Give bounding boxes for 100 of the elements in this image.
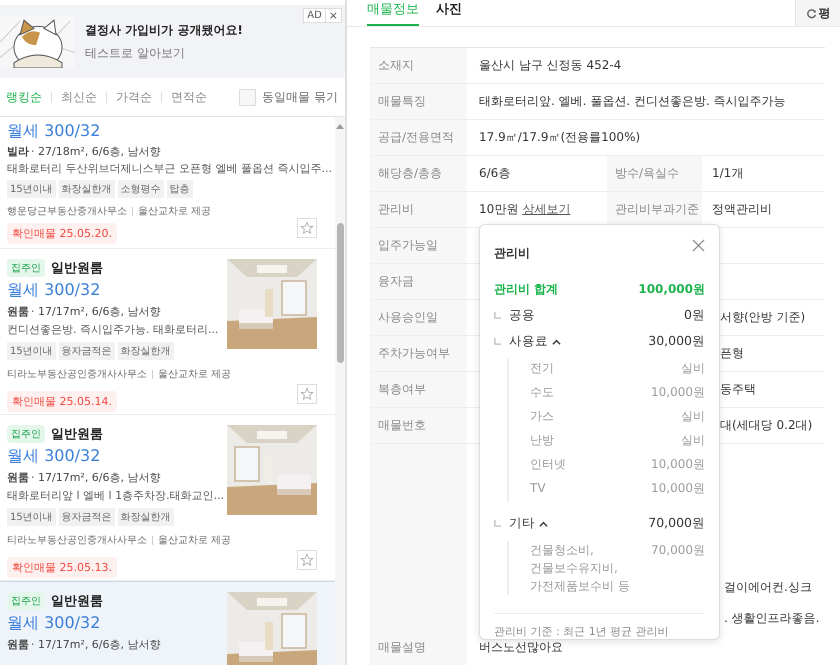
- tab[interactable]: 사진: [436, 0, 462, 26]
- feature-tag: 화장실한개: [58, 180, 115, 198]
- listing-card[interactable]: 집주인 일반원룸 월세 300/32 원룸 · 17/17m², 6/6층, 남서향 태화로터리앞 l 엘베 l 1층주차장.태화교인... 15년이내 융자금적은 화장실한개 티라노부동산공인중개사사무소 울산교차로 제공 확인매물 25.05.13.: [0, 415, 335, 581]
- field-value: 정액관리비: [712, 201, 772, 218]
- field-value: 대(세대당 0.2대): [720, 417, 812, 434]
- branch-icon: [494, 520, 501, 528]
- field-label: 매물번호: [378, 417, 426, 434]
- room-type: 원룸: [7, 471, 29, 484]
- favorite-button[interactable]: [297, 550, 317, 570]
- description-text: 걸이에어컨.싱크: [724, 579, 812, 596]
- field-label: 매물설명: [378, 639, 426, 656]
- field-label: 관리비부과기준: [615, 201, 699, 218]
- field-label: 사용승인일: [378, 309, 438, 326]
- favorite-button[interactable]: [297, 384, 317, 404]
- provider-label: 울산교차로 제공: [158, 368, 232, 381]
- caret-icon[interactable]: [552, 338, 561, 345]
- fee-item: 전기: [530, 360, 554, 377]
- verified-badge: 확인매물 25.05.14.: [7, 391, 117, 412]
- field-label: 입주가능일: [378, 237, 438, 254]
- listing-description: 태화로터리 두산위브더제니스부근 오픈형 엘베 풀옵션 즉시입주...: [7, 161, 332, 176]
- listing-title: 일반원룸: [51, 426, 103, 443]
- room-type: 원룸: [7, 638, 29, 651]
- fee-item-amount: 10,000원: [651, 480, 705, 497]
- owner-badge: 집주인: [7, 592, 45, 610]
- room-type: 원룸: [7, 305, 29, 318]
- field-label: 매물특징: [378, 93, 426, 110]
- fee-amount: 70,000원: [648, 515, 705, 532]
- field-label: 해당층/총층: [378, 165, 442, 182]
- fee-item: 난방: [530, 432, 554, 449]
- feature-tag: 15년이내: [7, 508, 56, 526]
- listing-title: 일반원룸: [51, 260, 103, 277]
- listing-card[interactable]: 집주인 일반원룸 월세 300/32 원룸 · 17/17m², 6/6층, 남서향: [0, 581, 335, 665]
- listing-description: 태화로터리앞 l 엘베 l 1층주차장.태화교인...: [7, 488, 224, 503]
- ad-banner[interactable]: 결정사 가입비가 공개됐어요! 테스트로 알아보기 AD ×: [0, 5, 345, 78]
- field-label: 공급/전용면적: [378, 129, 454, 146]
- fee-item: 인터넷: [530, 456, 566, 473]
- field-label: 복층여부: [378, 381, 426, 398]
- feature-tag: 화장실한개: [118, 342, 174, 360]
- fee-item-amount: 10,000원: [651, 456, 705, 473]
- agency-name: 행운당근부동산중개사무소: [7, 205, 127, 218]
- fee-category: 기타: [509, 515, 535, 532]
- fee-item: 수도: [530, 384, 554, 401]
- sort-option[interactable]: 가격순: [116, 88, 152, 106]
- listing-card[interactable]: 월세 300/32 빌라 · 27/18m², 6/6층, 남서향 태화로터리 두산위브더제니스부근 오픈형 엘베 풀옵션 즉시입주... 15년이내 화장실한개 소형평수 탑층 행운당근부동산중개사무소 울산교차로 제공 확인매물 25.05.20.: [0, 117, 335, 249]
- scroll-up-icon[interactable]: [336, 123, 344, 129]
- fee-category: 사용료: [509, 333, 548, 350]
- feature-tag: 탑층: [166, 180, 193, 198]
- listing-price: 월세 300/32: [7, 280, 100, 301]
- listing-description: 컨디션좋은방. 즉시입주가능. 태화로터리...: [7, 322, 218, 337]
- listing-info: · 17/17m², 6/6층, 남서향: [31, 305, 161, 318]
- provider-label: 울산교차로 제공: [158, 534, 232, 547]
- ad-title: 결정사 가입비가 공개됐어요!: [85, 22, 243, 38]
- details-link[interactable]: 상세보기: [522, 201, 570, 218]
- close-button[interactable]: ×: [324, 9, 338, 22]
- provider-label: 울산교차로 제공: [138, 205, 212, 218]
- field-value: 1/1개: [712, 165, 744, 182]
- fee-note: 관리비 기준 : 최근 1년 평균 관리비: [494, 625, 669, 638]
- ad-label: AD: [307, 10, 322, 21]
- fee-item-amount: 실비: [681, 432, 705, 449]
- favorite-button[interactable]: [297, 218, 317, 238]
- scrollbar-thumb[interactable]: [337, 223, 344, 363]
- feature-tag: 융자금적은: [58, 342, 115, 360]
- total-value: 100,000원: [638, 280, 705, 298]
- field-value: 10만원: [479, 201, 518, 218]
- fee-item: TV: [530, 480, 546, 497]
- owner-badge: 집주인: [7, 425, 45, 443]
- caret-icon[interactable]: [539, 520, 548, 527]
- close-icon[interactable]: [692, 239, 705, 252]
- checkbox[interactable]: [239, 88, 256, 106]
- listing-info: · 17/17m², 6/6층, 남서향: [31, 638, 161, 651]
- description-text: 버스노선많아요: [479, 639, 563, 656]
- field-value: 서향(안방 기준): [720, 309, 806, 326]
- unit-toggle-button[interactable]: 평: [795, 0, 840, 26]
- sort-option[interactable]: 면적순: [171, 88, 207, 106]
- branch-icon: [494, 312, 501, 319]
- field-label: 관리비: [378, 201, 414, 218]
- field-value: 17.9㎡/17.9㎡(전용률100%): [479, 129, 640, 146]
- listing-info: · 27/18m², 6/6층, 남서향: [31, 145, 161, 158]
- fee-amount: 0원: [684, 306, 705, 324]
- field-value: 동주택: [720, 381, 756, 398]
- refresh-icon: [806, 8, 816, 18]
- feature-tag: 융자금적은: [58, 508, 115, 526]
- field-label: 소재지: [378, 57, 414, 74]
- total-label: 관리비 합계: [494, 280, 558, 298]
- field-label: 융자금: [378, 273, 414, 290]
- fee-item-amount: 실비: [681, 360, 705, 377]
- fee-item-amount: 실비: [681, 408, 705, 425]
- ad-subtitle: 테스트로 알아보기: [85, 44, 186, 62]
- agency-name: 티라노부동산공인중개사사무소: [7, 368, 147, 381]
- field-label: 방수/욕실수: [615, 165, 680, 182]
- feature-tag: 15년이내: [7, 342, 56, 360]
- fee-item-amount: 10,000원: [651, 384, 705, 401]
- fee-item-amount: 70,000원: [651, 542, 705, 559]
- feature-tag: 소형평수: [118, 180, 164, 198]
- field-label: 주차가능여부: [378, 345, 450, 362]
- field-value: 울산시 남구 신정동 452-4: [479, 57, 622, 74]
- listing-card[interactable]: 집주인 일반원룸 월세 300/32 원룸 · 17/17m², 6/6층, 남서향 컨디션좋은방. 즉시입주가능. 태화로터리... 15년이내 융자금적은 화장실한개 티라노부동산공인중개사사무소 울산교차로 제공 확인매물 25.05.14.: [0, 249, 335, 415]
- listing-price: 월세 300/32: [7, 121, 100, 142]
- sort-option[interactable]: 최신순: [61, 88, 97, 106]
- description-text: . 생활인프라좋음.: [724, 610, 820, 627]
